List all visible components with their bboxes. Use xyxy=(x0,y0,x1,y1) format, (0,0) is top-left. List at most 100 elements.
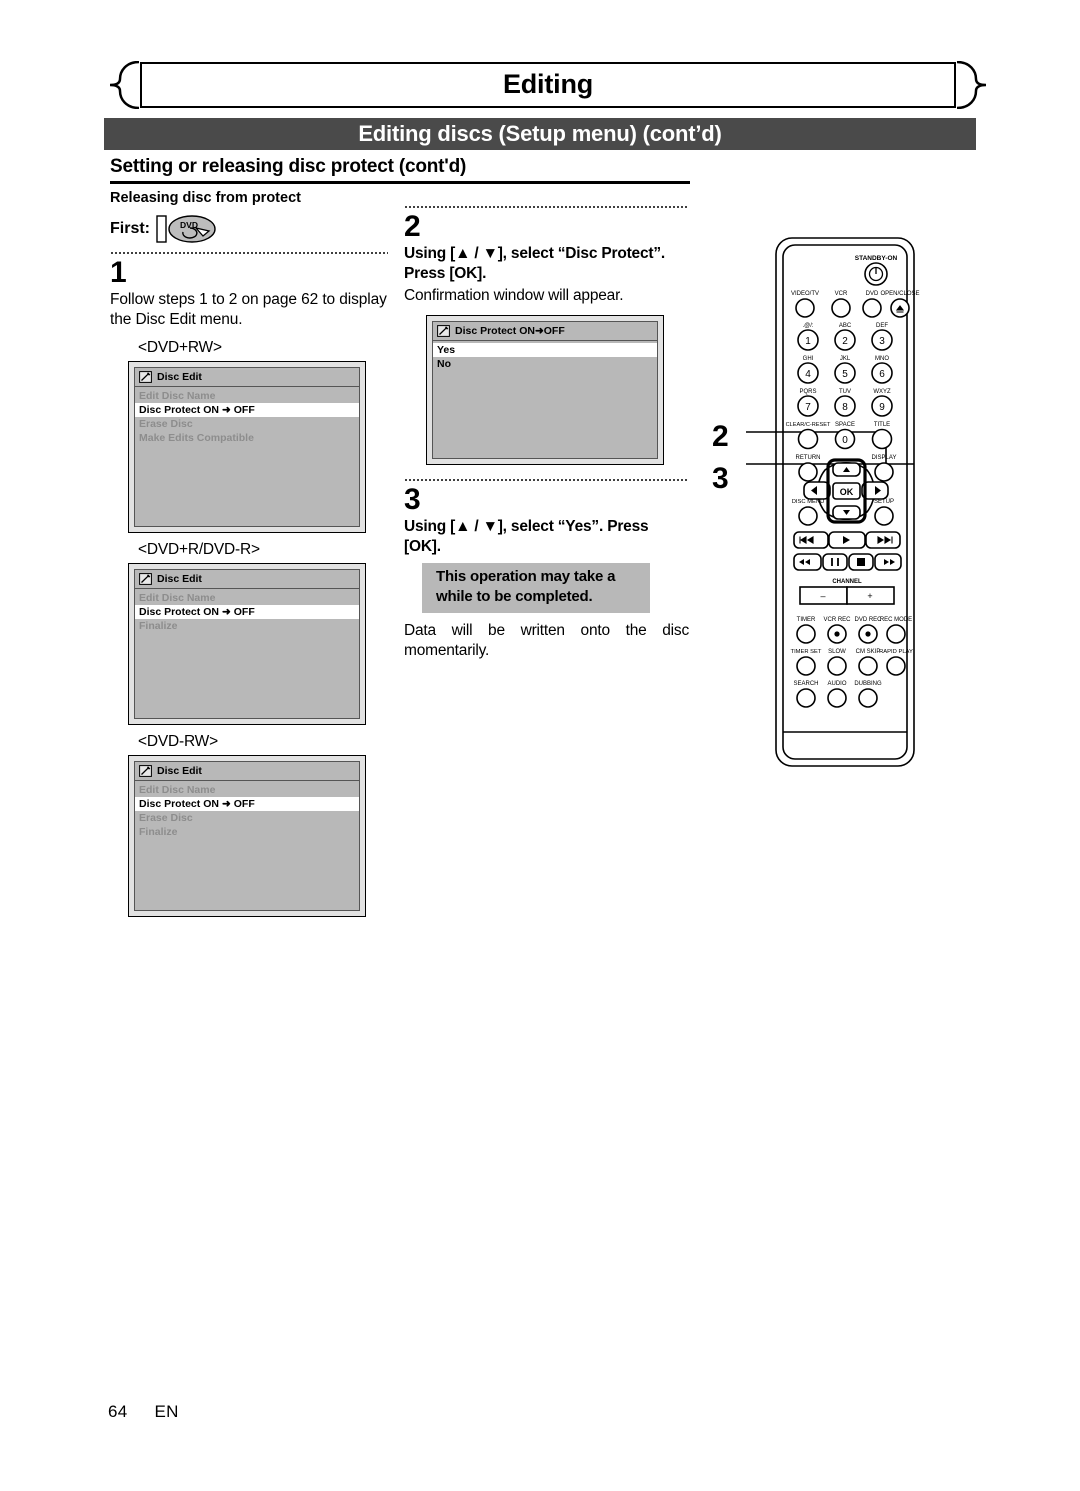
svg-text:REC MODE: REC MODE xyxy=(880,617,912,623)
svg-text:DVD REC: DVD REC xyxy=(854,617,882,623)
osd-row-yes[interactable]: Yes xyxy=(433,342,657,357)
svg-text:CLEAR/C-RESET: CLEAR/C-RESET xyxy=(786,422,831,428)
osd-row[interactable]: Finalize xyxy=(135,825,359,839)
callout-number-2: 2 xyxy=(712,420,729,453)
step1-text: Follow steps 1 to 2 on page 62 to displa… xyxy=(110,291,387,329)
subsection-heading: Setting or releasing disc protect (cont'… xyxy=(110,156,690,184)
chapter-banner: Editing xyxy=(110,61,986,109)
osd-row[interactable]: Edit Disc Name xyxy=(135,591,359,605)
osd-row-selected[interactable]: Disc Protect ON ➜ OFF xyxy=(135,604,359,619)
osd-row[interactable]: Erase Disc xyxy=(135,417,359,431)
first-label: First: xyxy=(110,220,150,237)
svg-text:DEF: DEF xyxy=(876,323,888,329)
svg-text:7: 7 xyxy=(805,402,811,413)
osd-title-bar: Disc Protect ON➜OFF xyxy=(433,321,657,341)
osd-row[interactable]: Make Edits Compatible xyxy=(135,431,359,445)
disc-edit-icon xyxy=(139,371,152,383)
svg-text:+: + xyxy=(867,591,872,601)
svg-text:GHI: GHI xyxy=(803,356,814,362)
osd-row[interactable]: Edit Disc Name xyxy=(135,783,359,797)
svg-text:VCR: VCR xyxy=(835,291,848,297)
svg-text:SPACE: SPACE xyxy=(835,422,855,428)
dvd-disc-icon: DVD xyxy=(156,215,216,243)
callout-number-3: 3 xyxy=(712,462,729,495)
osd-confirm-dialog: Disc Protect ON➜OFF Yes No xyxy=(426,314,664,465)
middle-column: 2 Using [▲ / ▼], select “Disc Protect”. … xyxy=(404,200,689,661)
page-language: EN xyxy=(154,1402,179,1421)
osd-row[interactable]: Erase Disc xyxy=(135,811,359,825)
disc-edit-icon xyxy=(437,324,450,337)
osd-title-text: Disc Edit xyxy=(157,370,202,383)
svg-text:–: – xyxy=(820,591,825,601)
osd-body: Yes No xyxy=(433,340,657,458)
osd-row-arrow-icon: ➜ xyxy=(221,403,231,416)
osd-dialog-title-arrow-icon: ➜ xyxy=(534,324,544,337)
first-requirement-row: First: DVD xyxy=(110,212,388,246)
step3-heading: Using [▲ / ▼], select “Yes”. Press [OK]. xyxy=(404,517,649,555)
step3-number: 3 xyxy=(404,482,421,516)
osd-body: Edit Disc Name Disc Protect ON ➜ OFF Final… xyxy=(135,588,359,718)
svg-text:OPEN/CLOSE: OPEN/CLOSE xyxy=(880,291,919,297)
manual-page: Editing Editing discs (Setup menu) (cont… xyxy=(0,0,1080,1491)
svg-text:SEARCH: SEARCH xyxy=(793,681,818,687)
osd-row-label: Disc Protect ON xyxy=(139,403,219,416)
remote-control-figure: 2 3 STANDBY-ON VIDEO/TV VCR DVD OPEN/CLO… xyxy=(700,232,1000,792)
page-number: 64 xyxy=(108,1402,128,1421)
step3-divider xyxy=(404,478,689,481)
svg-text:1: 1 xyxy=(805,336,811,347)
osd-disc-edit-dvdrw: Disc Edit Edit Disc Name Disc Protect ON… xyxy=(128,754,366,917)
osd-body: Edit Disc Name Disc Protect ON ➜ OFF Erase… xyxy=(135,780,359,910)
step2-subtext: Confirmation window will appear. xyxy=(404,287,624,305)
disc-type-label-0: <DVD+RW> xyxy=(138,338,222,356)
svg-text:PQRS: PQRS xyxy=(799,389,816,395)
subsection-rule xyxy=(110,181,690,184)
osd-title-text: Disc Edit xyxy=(157,572,202,585)
svg-text:OK: OK xyxy=(840,487,854,497)
osd-row-value: OFF xyxy=(233,605,255,618)
osd-row-selected[interactable]: Disc Protect ON ➜ OFF xyxy=(135,402,359,417)
svg-text:TITLE: TITLE xyxy=(874,422,890,428)
osd-row[interactable]: Finalize xyxy=(135,619,359,633)
svg-text:AUDIO: AUDIO xyxy=(827,681,846,687)
svg-text:4: 4 xyxy=(805,369,811,380)
step3-subtext: Data will be written onto the disc momen… xyxy=(404,621,689,659)
svg-text:.@/:: .@/: xyxy=(802,323,813,329)
step1-number: 1 xyxy=(110,256,127,289)
disc-edit-icon xyxy=(139,765,152,777)
osd-row-no[interactable]: No xyxy=(433,357,657,371)
svg-text:VIDEO/TV: VIDEO/TV xyxy=(791,291,819,297)
disc-type-label-2: <DVD-RW> xyxy=(138,732,218,750)
svg-text:DVD: DVD xyxy=(180,220,198,230)
svg-text:VCR REC: VCR REC xyxy=(823,617,851,623)
osd-row-selected[interactable]: Disc Protect ON ➜ OFF xyxy=(135,796,359,811)
releasing-lead-text: Releasing disc from protect xyxy=(110,190,301,206)
page-footer: 64 EN xyxy=(108,1402,179,1422)
svg-text:DVD: DVD xyxy=(866,291,879,297)
svg-text:DISC MENU: DISC MENU xyxy=(792,499,825,505)
disc-type-label-1: <DVD+R/DVD-R> xyxy=(138,540,260,558)
osd-row-arrow-icon: ➜ xyxy=(221,605,231,618)
svg-text:JKL: JKL xyxy=(840,356,851,362)
svg-text:TIMER SET: TIMER SET xyxy=(791,649,822,655)
svg-text:ABC: ABC xyxy=(839,323,852,329)
osd-title-bar: Disc Edit xyxy=(135,569,359,589)
osd-body: Edit Disc Name Disc Protect ON ➜ OFF Erase… xyxy=(135,386,359,526)
svg-text:TUV: TUV xyxy=(839,389,851,395)
svg-text:3: 3 xyxy=(879,336,885,347)
osd-row-label: Disc Protect ON xyxy=(139,605,219,618)
osd-disc-edit-dvdplusrw: Disc Edit Edit Disc Name Disc Protect ON… xyxy=(128,360,366,533)
left-column: Releasing disc from protect First: DVD 1… xyxy=(110,190,388,917)
svg-text:TIMER: TIMER xyxy=(797,617,816,623)
svg-text:5: 5 xyxy=(842,369,848,380)
osd-row-label: Disc Protect ON xyxy=(139,797,219,810)
svg-text:SETUP: SETUP xyxy=(874,499,894,505)
disc-edit-icon xyxy=(139,573,152,585)
step1-divider xyxy=(110,252,388,254)
svg-text:9: 9 xyxy=(879,402,885,413)
section-header-bar: Editing discs (Setup menu) (cont’d) xyxy=(104,118,976,150)
svg-text:0: 0 xyxy=(842,435,848,446)
osd-row[interactable]: Edit Disc Name xyxy=(135,389,359,403)
svg-text:SLOW: SLOW xyxy=(828,649,846,655)
svg-text:6: 6 xyxy=(879,369,885,380)
step2-divider xyxy=(404,206,689,208)
